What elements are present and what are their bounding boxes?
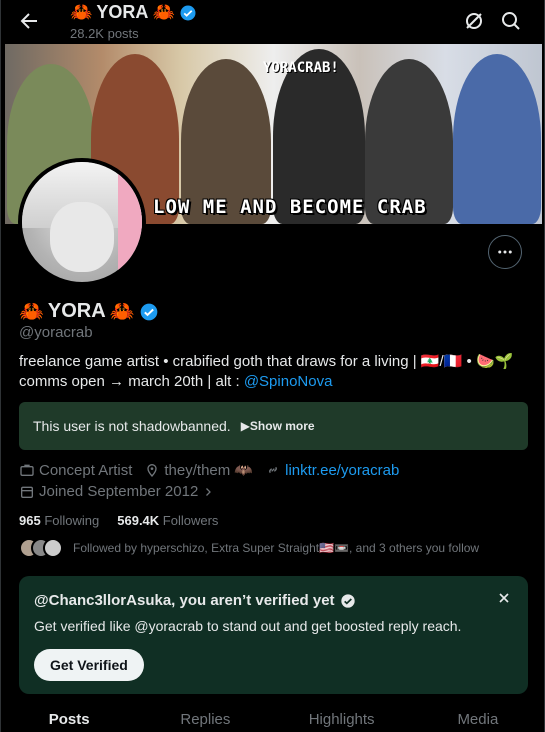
banner-tag: YORACRAB!	[263, 60, 339, 76]
shadowban-banner: This user is not shadowbanned. ▶Show mor…	[19, 402, 528, 450]
crab-icon: 🦀	[19, 301, 44, 323]
avatar-face	[50, 202, 114, 272]
following-link[interactable]: 965 Following	[19, 513, 99, 528]
joined-date[interactable]: Joined September 2012	[19, 483, 214, 500]
verified-badge-icon	[340, 593, 355, 608]
avatar	[43, 538, 63, 558]
banner-figure	[453, 54, 541, 224]
tab-replies[interactable]: Replies	[137, 700, 273, 732]
search-icon[interactable]	[499, 9, 523, 33]
category-item: Concept Artist	[19, 462, 132, 479]
display-name: 🦀 YORA 🦀	[19, 299, 159, 324]
tab-posts[interactable]: Posts	[1, 700, 137, 732]
verify-title: @Chanc3llorAsuka, you aren’t verified ye…	[34, 592, 356, 609]
bio-link[interactable]: @SpinoNova	[244, 373, 333, 390]
crab-icon: 🦀	[70, 2, 93, 22]
tab-highlights[interactable]: Highlights	[274, 700, 410, 732]
display-name-text: YORA	[47, 300, 106, 322]
verify-body: Get verified like @yoracrab to stand out…	[34, 618, 462, 634]
category-text: Concept Artist	[39, 461, 133, 479]
verified-badge-icon	[180, 5, 196, 20]
close-icon[interactable]	[496, 590, 512, 606]
profile-page: 🦀 YORA 🦀 28.2K posts YORACRAB! LOW ME AN…	[0, 0, 545, 732]
profile-bio: freelance game artist • crabified goth t…	[19, 352, 531, 392]
user-handle: @yoracrab	[19, 324, 93, 341]
website-item[interactable]: linktr.ee/yoracrab	[265, 462, 399, 479]
profile-tabs: Posts Replies Highlights Media	[1, 700, 544, 732]
briefcase-icon	[20, 464, 34, 476]
shadowban-text: This user is not shadowbanned.	[33, 418, 231, 434]
follow-stats: 965 Following 569.4K Followers	[19, 513, 218, 528]
mutual-avatars	[19, 538, 65, 558]
website-link[interactable]: linktr.ee/yoracrab	[285, 462, 399, 479]
top-bar: 🦀 YORA 🦀 28.2K posts	[1, 0, 544, 44]
location-item: they/them 🦇	[144, 461, 253, 479]
banner-caption: LOW ME AND BECOME CRAB	[153, 196, 427, 218]
avatar-accent	[118, 162, 142, 282]
tab-media[interactable]: Media	[410, 700, 544, 732]
chevron-right-icon	[206, 487, 212, 496]
location-text: they/them 🦇	[164, 462, 254, 479]
profile-meta: Concept Artist they/them 🦇 linktr.ee/yor…	[19, 461, 399, 479]
joined-text: Joined September 2012	[39, 483, 199, 500]
show-more-button[interactable]: ▶Show more	[241, 419, 315, 433]
avatar[interactable]	[18, 158, 146, 286]
followed-by-text: Followed by hyperschizo, Extra Super Str…	[73, 541, 480, 555]
verified-badge-icon	[140, 303, 157, 320]
followers-link[interactable]: 569.4K Followers	[117, 513, 218, 528]
ellipsis-icon	[498, 250, 512, 254]
link-icon	[269, 466, 277, 474]
back-arrow-icon[interactable]	[17, 9, 41, 33]
crab-icon: 🦀	[109, 301, 135, 323]
grok-icon[interactable]	[462, 9, 486, 33]
followed-by[interactable]: Followed by hyperschizo, Extra Super Str…	[19, 538, 479, 558]
title-text: YORA	[96, 2, 149, 22]
verify-title-text: @Chanc3llorAsuka, you aren’t verified ye…	[34, 592, 335, 609]
verify-promo-card: @Chanc3llorAsuka, you aren’t verified ye…	[19, 576, 528, 694]
get-verified-button[interactable]: Get Verified	[34, 649, 144, 681]
calendar-icon	[21, 486, 33, 498]
location-pin-icon	[147, 464, 158, 477]
crab-icon: 🦀	[152, 2, 175, 22]
more-options-button[interactable]	[488, 235, 522, 269]
page-title: 🦀 YORA 🦀	[70, 2, 197, 23]
posts-count: 28.2K posts	[70, 26, 139, 41]
